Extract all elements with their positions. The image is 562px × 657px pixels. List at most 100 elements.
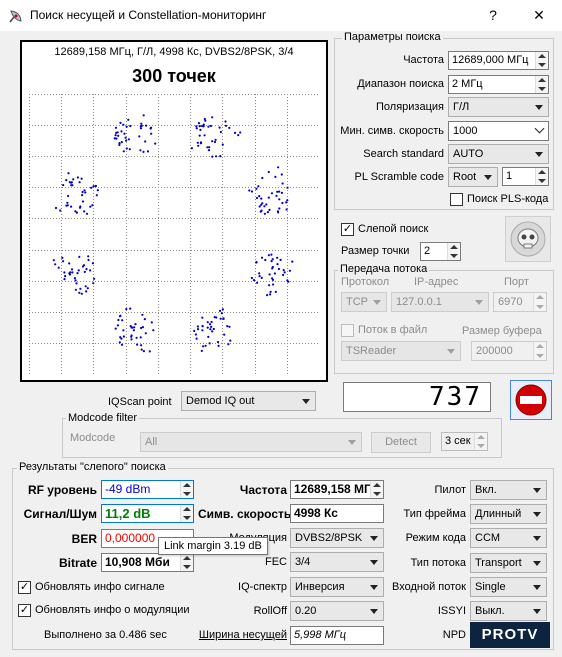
detect-button[interactable]: Detect — [371, 432, 431, 453]
constellation-point — [260, 209, 263, 212]
modcode-select[interactable]: All — [140, 432, 362, 452]
chevron-down-icon — [370, 560, 378, 565]
update-signal-checkbox[interactable]: ✓ — [18, 581, 31, 594]
constellation-point — [198, 134, 201, 137]
point-size-input[interactable]: 2 — [420, 242, 461, 261]
chevron-down-icon — [533, 585, 541, 590]
constellation-point — [250, 190, 254, 193]
constellation-point — [114, 134, 117, 137]
frequency-input[interactable]: 12689,000 МГц — [448, 51, 549, 70]
chevron-down-icon — [535, 105, 543, 110]
constellation-point — [195, 337, 198, 340]
input-stream-label: Входной поток — [392, 581, 466, 593]
constellation-point — [117, 318, 120, 322]
code-mode-select[interactable]: CCM — [470, 528, 547, 548]
fec-select[interactable]: 3/4 — [290, 552, 384, 572]
polarization-select[interactable]: Г/Л — [448, 97, 549, 117]
constellation-point — [221, 308, 224, 311]
rolloff-select[interactable]: 0.20 — [290, 601, 384, 621]
constellation-point — [270, 192, 274, 195]
constellation-point — [148, 350, 151, 353]
constellation-point — [154, 142, 157, 145]
constellation-point — [277, 267, 280, 271]
constellation-point — [140, 122, 143, 125]
update-mod-checkbox[interactable]: ✓ — [18, 604, 31, 617]
snr-value: 11,2 dB — [101, 504, 194, 523]
constellation-point — [265, 203, 268, 206]
constellation-point — [118, 341, 121, 344]
constellation-point — [208, 342, 211, 345]
blind-search-checkbox[interactable]: ✓ — [341, 223, 354, 236]
constellation-point — [122, 123, 125, 126]
buffer-size-input[interactable]: 200000 — [471, 341, 547, 361]
stream-type-select[interactable]: Transport — [470, 553, 547, 573]
stop-button[interactable] — [510, 380, 552, 420]
chevron-down-icon — [484, 175, 492, 180]
constellation-point — [120, 130, 123, 133]
chevron-down-icon — [533, 609, 541, 614]
port-spinner[interactable] — [533, 293, 546, 311]
stream-to-file-checkbox[interactable] — [341, 324, 354, 337]
constellation-point — [142, 350, 145, 353]
constellation-point — [268, 208, 271, 211]
issyi-select[interactable]: Выкл. — [470, 601, 547, 621]
frame-type-select[interactable]: Длинный — [470, 504, 547, 524]
range-input[interactable]: 2 МГц — [448, 75, 549, 94]
pilot-select[interactable]: Вкл. — [470, 480, 547, 500]
modcode-label: Modcode — [70, 432, 116, 444]
min-sr-select[interactable]: 1000 — [448, 121, 549, 141]
pls-search-label: Поиск PLS-кода — [467, 193, 549, 205]
points-count-title: 300 точек — [132, 66, 216, 86]
chevron-down-icon — [370, 585, 378, 590]
constellation-point — [216, 340, 220, 344]
range-spinner[interactable] — [535, 76, 548, 93]
close-button[interactable]: ✕ — [516, 0, 562, 31]
frequency-spinner[interactable] — [535, 52, 548, 69]
constellation-point — [282, 269, 285, 272]
iqscan-select[interactable]: Demod IQ out — [181, 391, 316, 411]
pl-scramble-spinner[interactable] — [535, 168, 548, 185]
constellation-point — [140, 344, 143, 347]
point-size-spinner[interactable] — [447, 243, 460, 260]
modcode-time-spinner[interactable] — [474, 433, 487, 450]
buffer-size-spinner[interactable] — [533, 342, 546, 360]
bandwidth-label[interactable]: Ширина несущей — [188, 629, 287, 641]
constellation-point — [211, 155, 214, 158]
constellation-point — [252, 279, 256, 282]
pl-scramble-mode-select[interactable]: Root — [448, 167, 498, 187]
chevron-down-icon — [370, 609, 378, 614]
search-standard-select[interactable]: AUTO — [448, 144, 549, 164]
constellation-point — [224, 124, 228, 127]
constellation-point — [269, 293, 272, 296]
constellation-point — [271, 267, 274, 270]
input-stream-select[interactable]: Single — [470, 577, 547, 597]
constellation-point — [114, 126, 118, 129]
constellation-point — [118, 315, 122, 318]
modcode-time-input[interactable]: 3 сек — [441, 432, 488, 451]
constellation-point — [266, 294, 269, 297]
constellation-point — [209, 328, 212, 331]
constellation-point — [201, 324, 204, 328]
constellation-point — [207, 125, 210, 128]
reader-select[interactable]: TSReader — [341, 341, 461, 361]
constellation-point — [206, 146, 209, 149]
constellation-point — [138, 135, 141, 138]
constellation-point — [142, 150, 145, 153]
iq-spectrum-select[interactable]: Инверсия — [290, 577, 384, 597]
pl-scramble-input[interactable]: 1 — [502, 167, 549, 186]
constellation-point — [228, 126, 231, 129]
result-frequency-value: 12689,158 МГ — [290, 480, 384, 499]
constellation-point — [144, 140, 147, 143]
buffer-size-label: Размер буфера — [462, 325, 542, 337]
modulation-select[interactable]: DVBS2/8PSK — [290, 528, 384, 548]
port-input[interactable]: 6970 — [493, 292, 547, 312]
protocol-select[interactable]: TCP — [341, 292, 387, 312]
constellation-point — [213, 316, 216, 319]
help-button[interactable]: ? — [470, 0, 516, 31]
pls-search-checkbox[interactable] — [450, 193, 463, 206]
ip-select[interactable]: 127.0.0.1 — [391, 292, 489, 312]
constellation-point — [73, 277, 76, 280]
constellation-point — [62, 260, 65, 263]
constellation-point — [130, 338, 133, 341]
constellation-point — [77, 269, 80, 272]
